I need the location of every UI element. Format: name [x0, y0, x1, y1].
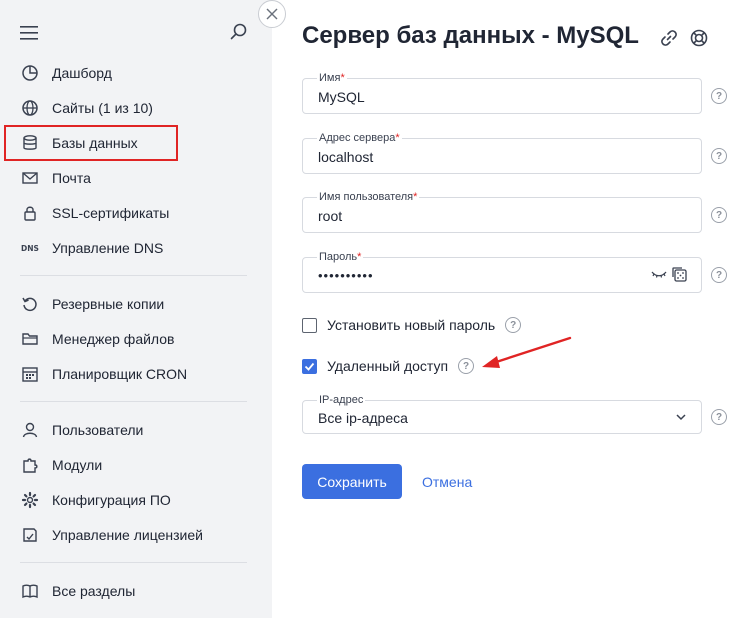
sidebar-item-label: Пользователи: [52, 422, 144, 438]
ip-address-label: IP-адрес: [317, 393, 366, 407]
sidebar-divider: [20, 562, 247, 563]
sidebar-item-dashboard[interactable]: Дашборд: [0, 56, 272, 90]
eye-closed-icon[interactable]: [651, 268, 667, 280]
remote-access-label[interactable]: Удаленный доступ: [327, 358, 448, 374]
sidebar-item-label: Почта: [52, 170, 91, 186]
sidebar-item-label: Менеджер файлов: [52, 331, 175, 347]
remote-access-row: Удаленный доступ ?: [302, 356, 475, 376]
help-icon[interactable]: ?: [711, 148, 727, 164]
sidebar-item-dns[interactable]: DNS Управление DNS: [0, 231, 272, 265]
sidebar-divider: [20, 275, 247, 276]
folder-icon: [20, 329, 40, 349]
sidebar-item-label: Все разделы: [52, 583, 136, 599]
lock-icon: [20, 203, 40, 223]
name-field[interactable]: Имя* MySQL: [302, 71, 702, 114]
server-address-field[interactable]: Адрес сервера* localhost: [302, 131, 702, 174]
sidebar-item-backups[interactable]: Резервные копии: [0, 287, 272, 321]
ip-address-value: Все ip-адреса: [318, 410, 408, 426]
chevron-down-icon: [676, 414, 686, 421]
svg-text:DNS: DNS: [21, 244, 39, 253]
search-icon[interactable]: [229, 22, 249, 42]
sidebar-item-license[interactable]: Управление лицензией: [0, 518, 272, 552]
backup-icon: [20, 294, 40, 314]
pie-chart-icon: [20, 63, 40, 83]
server-address-value: localhost: [318, 149, 374, 165]
set-new-password-row: Установить новый пароль ?: [302, 315, 522, 335]
sidebar-item-ssl[interactable]: SSL-сертификаты: [0, 196, 272, 230]
lifebuoy-icon[interactable]: [689, 28, 709, 48]
sidebar-item-label: Управление DNS: [52, 240, 164, 256]
help-icon[interactable]: ?: [711, 267, 727, 283]
name-field-value: MySQL: [318, 89, 365, 105]
password-field[interactable]: Пароль* ••••••••••: [302, 250, 702, 293]
help-icon[interactable]: ?: [458, 358, 475, 374]
mail-icon: [20, 168, 40, 188]
sidebar-item-modules[interactable]: Модули: [0, 448, 272, 482]
sidebar-item-label: Дашборд: [52, 65, 112, 81]
user-icon: [20, 420, 40, 440]
sidebar-item-label: SSL-сертификаты: [52, 205, 170, 221]
sidebar-item-cron[interactable]: Планировщик CRON: [0, 357, 272, 391]
sidebar-item-label: Сайты (1 из 10): [52, 100, 153, 116]
sidebar-item-label: Конфигурация ПО: [52, 492, 171, 508]
checkmark-icon: [304, 362, 315, 371]
sidebar-item-mail[interactable]: Почта: [0, 161, 272, 195]
sidebar: Дашборд Сайты (1 из 10) Базы данных Почт…: [0, 0, 272, 618]
sidebar-item-software-config[interactable]: Конфигурация ПО: [0, 483, 272, 517]
server-address-label: Адрес сервера*: [317, 131, 402, 145]
sidebar-item-sites[interactable]: Сайты (1 из 10): [0, 91, 272, 125]
username-field[interactable]: Имя пользователя* root: [302, 190, 702, 233]
password-label: Пароль*: [317, 250, 364, 264]
sidebar-item-all-sections[interactable]: Все разделы: [0, 574, 272, 608]
username-value: root: [318, 208, 343, 224]
set-new-password-checkbox[interactable]: [302, 317, 317, 333]
ip-address-select[interactable]: IP-адрес Все ip-адреса: [302, 393, 702, 434]
name-field-label: Имя*: [317, 71, 347, 85]
save-button[interactable]: Сохранить: [302, 464, 402, 499]
set-new-password-label[interactable]: Установить новый пароль: [327, 317, 495, 333]
sidebar-item-users[interactable]: Пользователи: [0, 413, 272, 447]
sidebar-item-label: Управление лицензией: [52, 527, 203, 543]
close-button[interactable]: [258, 0, 286, 28]
help-icon[interactable]: ?: [505, 317, 522, 333]
help-icon[interactable]: ?: [711, 88, 727, 104]
sidebar-divider: [20, 401, 247, 402]
sidebar-item-label: Модули: [52, 457, 103, 473]
dice-icon[interactable]: [671, 266, 687, 282]
cancel-button[interactable]: Отмена: [422, 474, 472, 490]
annotation-arrow-icon: [482, 336, 572, 368]
sidebar-item-label: Планировщик CRON: [52, 366, 188, 382]
book-icon: [20, 581, 40, 601]
globe-icon: [20, 98, 40, 118]
hamburger-menu-icon[interactable]: [20, 26, 38, 40]
active-item-highlight: [4, 125, 178, 161]
dns-icon: DNS: [20, 238, 40, 258]
puzzle-icon: [20, 455, 40, 475]
link-icon[interactable]: [660, 29, 678, 47]
calendar-icon: [20, 364, 40, 384]
close-icon: [266, 8, 278, 20]
help-icon[interactable]: ?: [711, 409, 727, 425]
help-icon[interactable]: ?: [711, 207, 727, 223]
sidebar-item-file-manager[interactable]: Менеджер файлов: [0, 322, 272, 356]
sidebar-item-label: Резервные копии: [52, 296, 165, 312]
username-label: Имя пользователя*: [317, 190, 420, 204]
remote-access-checkbox[interactable]: [302, 358, 317, 374]
gear-icon: [20, 490, 40, 510]
password-value: ••••••••••: [318, 268, 374, 283]
page-title: Сервер баз данных - MySQL: [302, 22, 639, 49]
license-icon: [20, 525, 40, 545]
